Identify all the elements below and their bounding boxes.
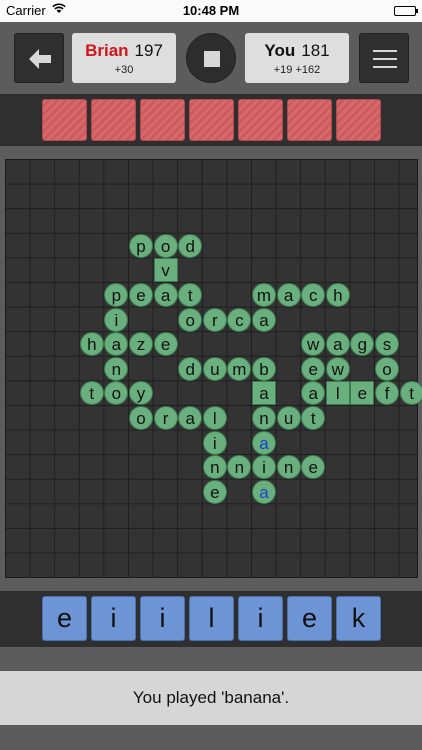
board-tile: n xyxy=(227,455,252,480)
board-tile: w xyxy=(301,332,326,357)
rack-tile[interactable]: l xyxy=(189,596,234,641)
board-tile: a xyxy=(153,283,178,307)
board-tile: m xyxy=(227,356,252,381)
opponent-tile xyxy=(140,99,185,141)
board-tile: e xyxy=(153,332,178,357)
rack-tile[interactable]: k xyxy=(336,596,381,641)
board-tile: e xyxy=(301,356,326,381)
board-tile: a xyxy=(252,307,276,332)
player-name: You xyxy=(264,41,296,60)
board-tile: o xyxy=(104,381,129,406)
board-tile: i xyxy=(202,430,227,455)
board-tile: b xyxy=(252,356,276,381)
opponent-rack xyxy=(0,94,422,146)
player-rack: eiiliek xyxy=(0,591,422,647)
board-tile: n xyxy=(104,356,129,381)
stop-icon xyxy=(204,51,220,67)
top-bar: Brian 197 +30 You 181 +19 +162 xyxy=(0,22,422,94)
board-tile: c xyxy=(301,283,326,307)
board-tile: e xyxy=(202,479,227,504)
opponent-tile xyxy=(91,99,136,141)
board-tile: a xyxy=(104,332,129,357)
board-tile: i xyxy=(252,455,276,480)
board-tile: u xyxy=(276,406,301,430)
board-tile: l xyxy=(202,406,227,430)
board-tile: e xyxy=(129,283,153,307)
back-button[interactable] xyxy=(14,33,64,83)
board-tile: o xyxy=(153,233,178,258)
board-tile: z xyxy=(129,332,153,357)
rack-tile[interactable]: e xyxy=(287,596,332,641)
board-tile: d xyxy=(178,356,203,381)
board-tile: t xyxy=(399,381,422,406)
board-tile: v xyxy=(153,258,178,283)
board-tile: u xyxy=(202,356,227,381)
board-area: podvpeatmachiorcahazewagsndumbewotoyaale… xyxy=(0,146,422,591)
rack-tile[interactable]: i xyxy=(91,596,136,641)
status-message: You played 'banana'. xyxy=(0,671,422,725)
board-tile: a xyxy=(252,381,276,406)
board-tile: a xyxy=(252,430,276,455)
status-bar: Carrier 10:48 PM xyxy=(0,0,422,22)
board-tile: a xyxy=(325,332,350,357)
board-tile: d xyxy=(178,233,203,258)
board-tile: h xyxy=(79,332,104,357)
menu-button[interactable] xyxy=(359,33,409,83)
rack-tile[interactable]: e xyxy=(42,596,87,641)
opponent-name: Brian xyxy=(85,41,129,60)
opponent-tile xyxy=(42,99,87,141)
clock: 10:48 PM xyxy=(182,3,240,18)
rack-tile[interactable]: i xyxy=(238,596,283,641)
board-tile: y xyxy=(129,381,153,406)
board-tile: a xyxy=(276,283,301,307)
board-tile: a xyxy=(178,406,203,430)
board-tile: n xyxy=(276,455,301,480)
opponent-tile xyxy=(287,99,332,141)
board-tile: o xyxy=(129,406,153,430)
board-tile: w xyxy=(325,356,350,381)
player-score: 181 xyxy=(301,41,330,60)
board-tile: p xyxy=(104,283,129,307)
board-tile: t xyxy=(178,283,203,307)
opponent-tile xyxy=(189,99,234,141)
board-tile: f xyxy=(375,381,399,406)
arrow-left-icon xyxy=(29,49,51,69)
game-board[interactable]: podvpeatmachiorcahazewagsndumbewotoyaale… xyxy=(5,159,422,578)
bottom-strip xyxy=(0,725,422,750)
board-tile: a xyxy=(301,381,326,406)
board-tile: p xyxy=(129,233,153,258)
opponent-score-card: Brian 197 +30 xyxy=(72,33,176,83)
opponent-tile xyxy=(238,99,283,141)
board-tile: o xyxy=(178,307,203,332)
battery-icon xyxy=(394,6,418,16)
board-tile: s xyxy=(375,332,399,357)
stop-button[interactable] xyxy=(186,33,236,83)
opponent-last-play: +30 xyxy=(114,64,134,76)
rack-tile[interactable]: i xyxy=(140,596,185,641)
board-tile: r xyxy=(153,406,178,430)
board-tile: m xyxy=(252,283,276,307)
hamburger-icon xyxy=(373,50,397,68)
opponent-score: 197 xyxy=(134,41,163,60)
board-tile: t xyxy=(79,381,104,406)
board-tile: h xyxy=(325,283,350,307)
board-tile: g xyxy=(350,332,375,357)
player-plays: +19 +162 xyxy=(273,64,321,76)
board-tile: l xyxy=(325,381,350,406)
board-tile: r xyxy=(202,307,227,332)
opponent-tile xyxy=(336,99,381,141)
board-tile: n xyxy=(252,406,276,430)
board-tile: i xyxy=(104,307,129,332)
board-tile: a xyxy=(252,479,276,504)
board-tile: o xyxy=(375,356,399,381)
board-tile: t xyxy=(301,406,326,430)
board-tile: c xyxy=(227,307,252,332)
board-tile: n xyxy=(202,455,227,480)
board-tile: e xyxy=(350,381,375,406)
board-tile: e xyxy=(301,455,326,480)
player-score-card: You 181 +19 +162 xyxy=(245,33,349,83)
